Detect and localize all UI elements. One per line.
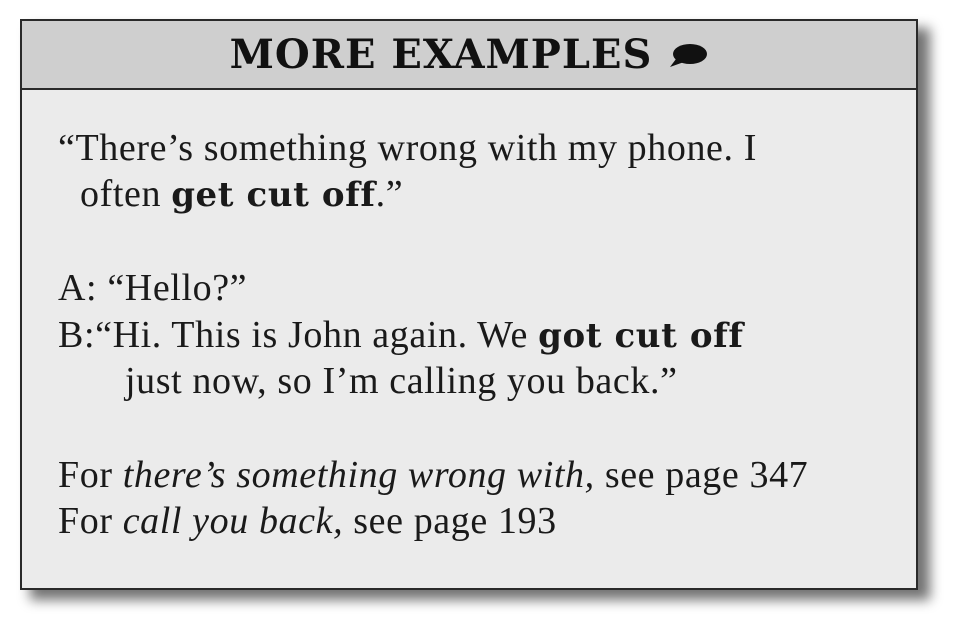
reference-2-post: see page 193 [343,500,557,542]
example-line-2-post: .” [375,173,404,215]
reference-1-phrase: there’s something wrong with, [122,454,595,496]
speaker-a-text: “Hello?” [107,267,248,309]
speaker-b-label: B: [58,314,96,356]
example-line-2: often get cut off.” [80,172,403,216]
phrase-got-cut-off: got cut off [538,316,744,356]
example-line-1: “There’s something wrong with my phone. … [58,127,757,169]
dialogue-b-line-2: just now, so I’m calling you back.” [125,360,678,402]
reference-1: For there’s something wrong with, see pa… [58,453,808,497]
dialogue-a: A: “Hello?” [58,266,247,310]
page: MORE EXAMPLES “There’s something wrong w… [0,0,953,624]
reference-1-pre: For [58,454,123,496]
reference-2-pre: For [58,500,123,542]
header-title: MORE EXAMPLES [229,31,653,78]
example-line-2-pre: often [80,173,172,215]
reference-1-post: see page 347 [594,454,809,496]
speaker-b-text-pre: “Hi. This is John again. We [95,314,539,356]
card-header: MORE EXAMPLES [22,21,916,90]
speaker-a-label: A: [58,267,98,309]
phrase-get-cut-off: get cut off [171,175,376,215]
examples-card: MORE EXAMPLES “There’s something wrong w… [20,19,918,590]
speech-bubble-icon [668,42,708,68]
dialogue-b-line-1: B:“Hi. This is John again. We got cut of… [58,313,744,357]
reference-2: For call you back, see page 193 [58,499,557,543]
reference-2-phrase: call you back, [122,500,344,542]
